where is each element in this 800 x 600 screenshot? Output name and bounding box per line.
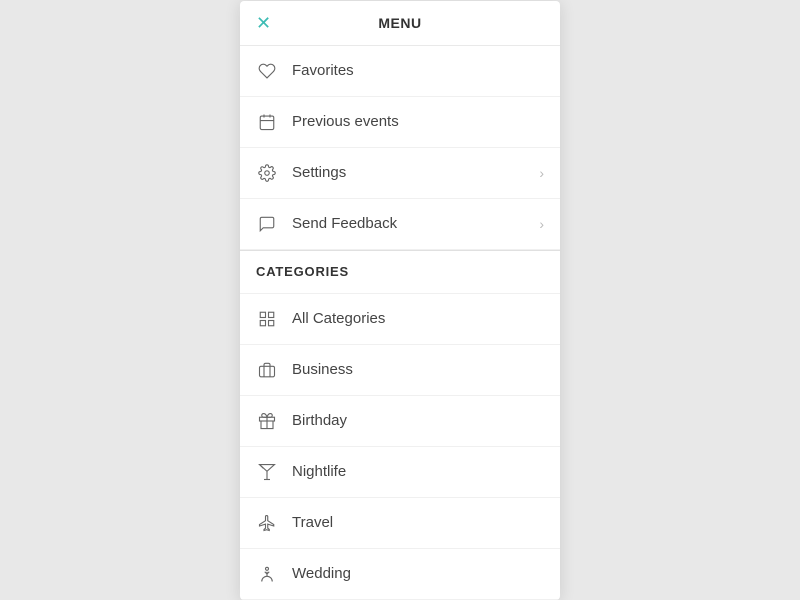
grid-icon: [256, 308, 278, 330]
wedding-icon: [256, 563, 278, 585]
all-categories-label: All Categories: [292, 310, 544, 327]
send-feedback-label: Send Feedback: [292, 215, 539, 232]
gift-icon: [256, 410, 278, 432]
settings-label: Settings: [292, 164, 539, 181]
menu-title: MENU: [378, 15, 421, 31]
menu-item-previous-events[interactable]: Previous events: [240, 97, 560, 148]
close-button[interactable]: ✕: [256, 14, 271, 32]
heart-icon: [256, 60, 278, 82]
menu-item-birthday[interactable]: Birthday: [240, 396, 560, 447]
travel-label: Travel: [292, 514, 544, 531]
briefcase-icon: [256, 359, 278, 381]
cocktail-icon: [256, 461, 278, 483]
menu-item-business[interactable]: Business: [240, 345, 560, 396]
wedding-label: Wedding: [292, 565, 544, 582]
menu-item-favorites[interactable]: Favorites: [240, 46, 560, 97]
menu-item-send-feedback[interactable]: Send Feedback ›: [240, 199, 560, 250]
favorites-label: Favorites: [292, 62, 544, 79]
feedback-chevron: ›: [539, 216, 544, 232]
categories-title: CATEGORIES: [256, 264, 349, 279]
menu-panel: ✕ MENU Favorites Previous events Setting…: [240, 1, 560, 600]
previous-events-label: Previous events: [292, 113, 544, 130]
menu-item-all-categories[interactable]: All Categories: [240, 294, 560, 345]
menu-item-wedding[interactable]: Wedding: [240, 549, 560, 600]
feedback-icon: [256, 213, 278, 235]
birthday-label: Birthday: [292, 412, 544, 429]
nightlife-label: Nightlife: [292, 463, 544, 480]
gear-icon: [256, 162, 278, 184]
calendar-icon: [256, 111, 278, 133]
plane-icon: [256, 512, 278, 534]
menu-item-nightlife[interactable]: Nightlife: [240, 447, 560, 498]
categories-section-header: CATEGORIES: [240, 250, 560, 294]
settings-chevron: ›: [539, 165, 544, 181]
business-label: Business: [292, 361, 544, 378]
menu-header: ✕ MENU: [240, 1, 560, 46]
menu-item-travel[interactable]: Travel: [240, 498, 560, 549]
menu-item-settings[interactable]: Settings ›: [240, 148, 560, 199]
